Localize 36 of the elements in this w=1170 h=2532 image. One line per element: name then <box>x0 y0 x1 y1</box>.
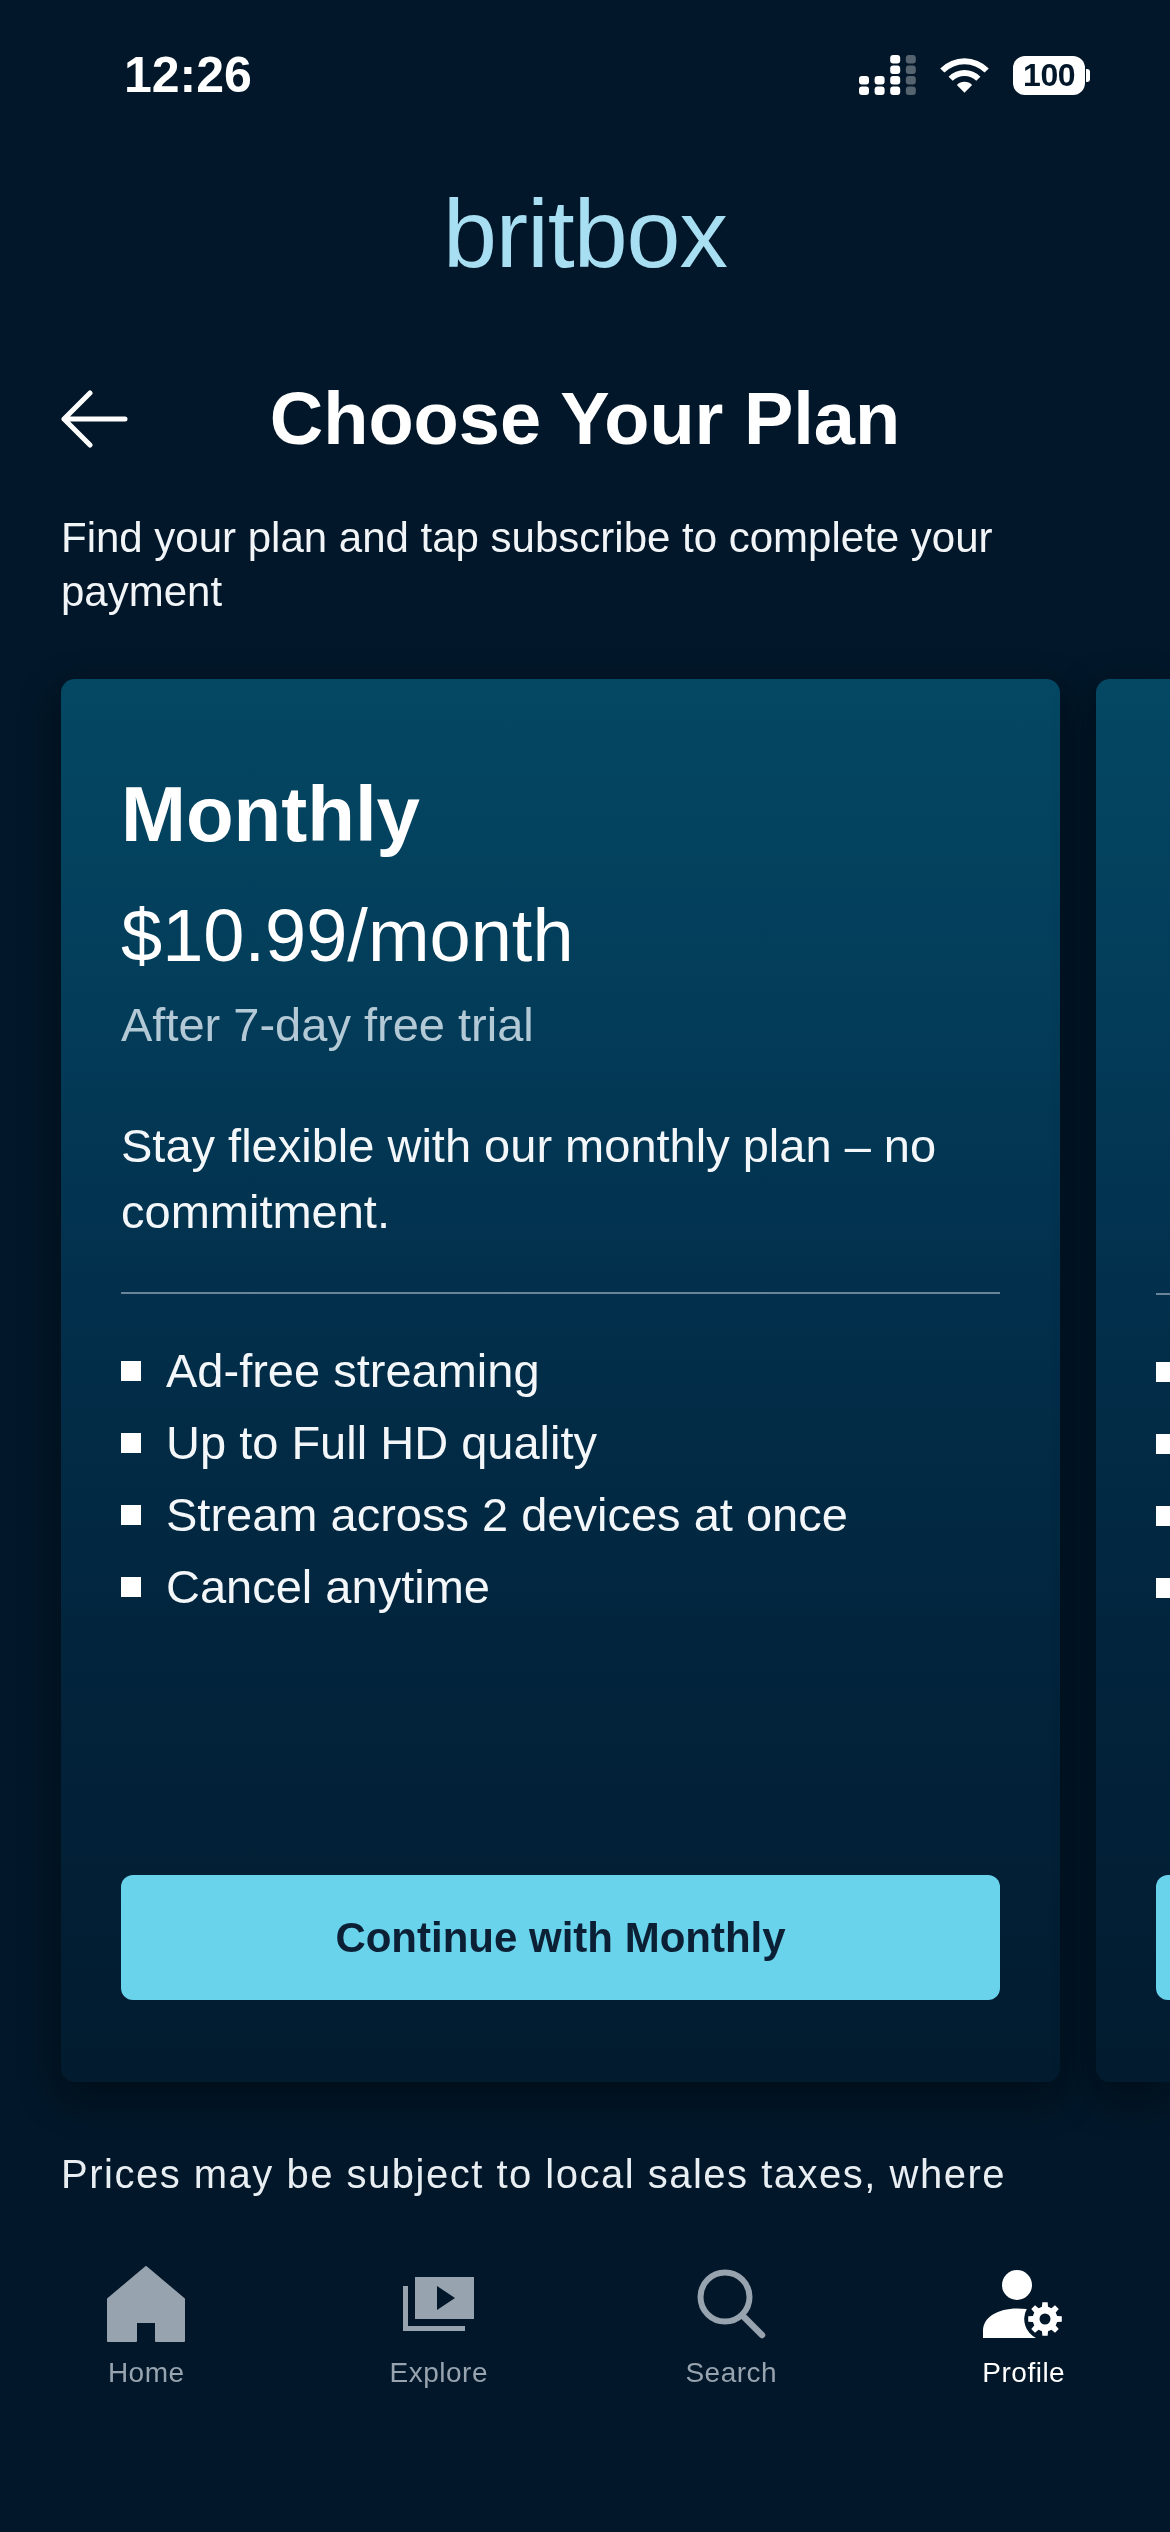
status-time: 12:26 <box>124 47 252 103</box>
wifi-icon <box>940 57 990 93</box>
video-library-icon <box>403 2277 475 2331</box>
bullet-icon <box>121 1505 141 1525</box>
plan-description: Stay flexible with our monthly plan – no commitment. <box>121 1118 938 1240</box>
bullet-icon <box>121 1577 141 1597</box>
plan-price: $10.99/month <box>121 894 574 978</box>
page-subtitle: Find your plan and tap subscribe to complete your payment <box>61 513 994 617</box>
user-gear-icon <box>983 2270 1065 2338</box>
bullet-icon <box>121 1433 141 1453</box>
feature-text: Up to Full HD quality <box>166 1415 597 1471</box>
bullet-icon <box>121 1361 141 1381</box>
search-icon <box>696 2269 766 2339</box>
plan-button[interactable] <box>1156 1875 1170 2000</box>
plan-name: Monthly <box>121 769 420 859</box>
back-button[interactable] <box>60 390 128 448</box>
tab[interactable]: Profile <box>978 2264 1070 2390</box>
bullet-icon <box>1156 1578 1170 1598</box>
disclaimer-text: Prices may be subject to local sales taxes, where <box>61 2152 1006 2196</box>
home-icon <box>107 2266 186 2342</box>
bullet-icon <box>1156 1362 1170 1382</box>
tab[interactable]: Home <box>103 2264 190 2390</box>
feature-text: Stream across 2 devices at once <box>166 1487 848 1543</box>
signal-icon <box>859 55 917 95</box>
trial-note: After 7-day free trial <box>121 997 534 1053</box>
continue-button[interactable]: Continue with Monthly <box>121 1875 1000 2000</box>
logo-text: britbox <box>442 185 728 282</box>
tab[interactable]: Search <box>681 2264 782 2390</box>
tab[interactable]: Explore <box>385 2264 492 2390</box>
bullet-icon <box>1156 1506 1170 1526</box>
feature-text: Cancel anytime <box>166 1559 490 1615</box>
bullet-icon <box>1156 1434 1170 1454</box>
page-title: Choose Your Plan <box>269 376 901 462</box>
back-arrow-icon <box>60 390 128 448</box>
battery-indicator: 100 <box>1013 55 1090 95</box>
feature-text: Ad-free streaming <box>166 1343 540 1399</box>
